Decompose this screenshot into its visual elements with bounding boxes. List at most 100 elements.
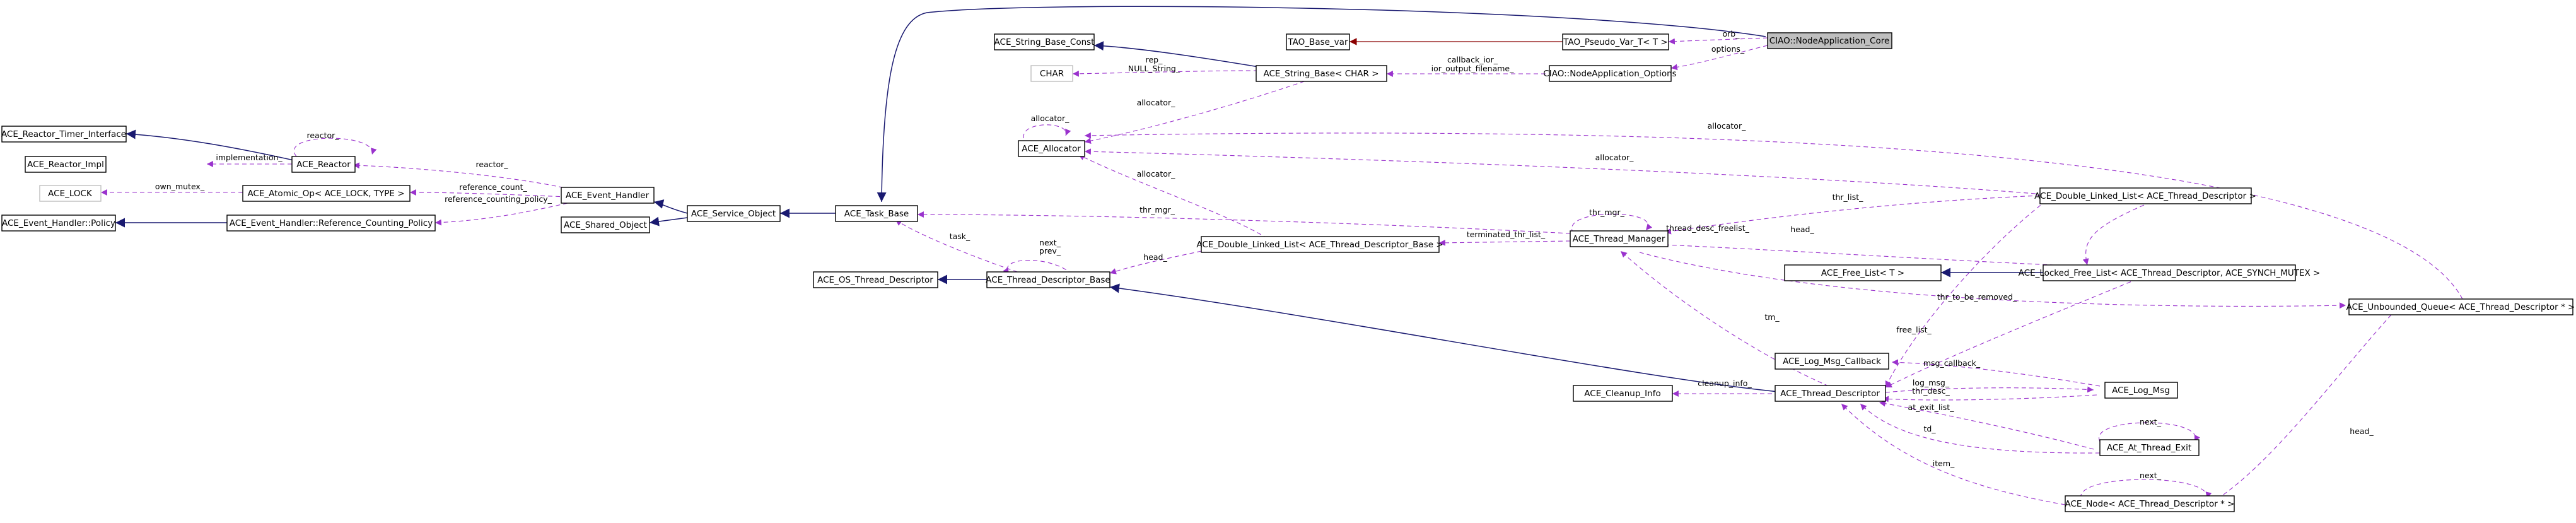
node-ace-reactor-impl-label: ACE_Reactor_Impl <box>27 160 104 170</box>
label-options: options_ <box>1711 44 1745 54</box>
edge-item <box>1841 403 2066 505</box>
label-item: item_ <box>1933 459 1955 468</box>
edge-head-dll <box>2082 204 2145 266</box>
label-next-at-exit: next_ <box>2140 417 2162 426</box>
node-ace-thread-manager-label: ACE_Thread_Manager <box>1573 234 1665 244</box>
node-ace-reactor-timer-interface[interactable]: ACE_Reactor_Timer_Interface <box>1 126 127 143</box>
label-rep: rep_ <box>1146 55 1163 64</box>
label-tm: tm_ <box>1764 312 1780 322</box>
label-prev: prev_ <box>1039 246 1061 256</box>
node-ace-dll-thread-descriptor-base[interactable]: ACE_Double_Linked_List< ACE_Thread_Descr… <box>1196 236 1443 253</box>
node-ace-thread-descriptor[interactable]: ACE_Thread_Descriptor <box>1775 385 1886 402</box>
label-cleanup-info: cleanup_info_ <box>1698 379 1752 388</box>
label-orb: orb_ <box>1723 29 1740 38</box>
label-next-node: next_ <box>2140 471 2162 480</box>
node-ace-reactor-label: ACE_Reactor <box>296 160 351 170</box>
label-allocator-2: allocator_ <box>1031 114 1069 123</box>
label-head-1: head_ <box>1143 252 1167 262</box>
node-ace-os-thread-descriptor[interactable]: ACE_OS_Thread_Descriptor <box>813 271 938 288</box>
node-ace-unbounded-queue[interactable]: ACE_Unbounded_Queue< ACE_Thread_Descript… <box>2346 298 2575 315</box>
label-head-2: head_ <box>1790 225 1814 234</box>
node-ace-thread-manager[interactable]: ACE_Thread_Manager <box>1570 230 1669 247</box>
node-ace-log-msg-callback-label: ACE_Log_Msg_Callback <box>1783 356 1881 367</box>
edge-reference-counting-policy <box>434 203 568 226</box>
node-ace-unbounded-queue-label: ACE_Unbounded_Queue< ACE_Thread_Descript… <box>2346 302 2575 312</box>
node-ace-service-object[interactable]: ACE_Service_Object <box>687 205 781 222</box>
edge-allocator-dll-tdb <box>1078 154 1268 239</box>
node-tao-pseudo-var[interactable]: TAO_Pseudo_Var_T< T > <box>1562 33 1669 50</box>
edge-string-base-to-const <box>1093 41 1274 70</box>
node-ace-event-handler[interactable]: ACE_Event_Handler <box>561 187 655 204</box>
edge-reactor-self <box>293 138 377 157</box>
node-ace-thread-descriptor-base[interactable]: ACE_Thread_Descriptor_Base <box>986 271 1110 288</box>
node-ace-thread-descriptor-label: ACE_Thread_Descriptor <box>1780 389 1880 399</box>
edge-allocator-string <box>1084 78 1312 144</box>
node-ace-dll-thread-descriptor-label: ACE_Double_Linked_List< ACE_Thread_Descr… <box>2034 191 2256 201</box>
nodes: CIAO::NodeApplication_Core TAO_Pseudo_Va… <box>1 32 2575 512</box>
edge-terminated <box>1438 239 1571 246</box>
node-ace-task-base-label: ACE_Task_Base <box>844 209 909 219</box>
edge-service-to-eh <box>653 199 688 214</box>
node-ace-string-base-char[interactable]: ACE_String_Base< CHAR > <box>1256 65 1387 82</box>
edge-task <box>895 219 1025 275</box>
node-ace-string-base-const-label: ACE_String_Base_Const <box>994 37 1095 47</box>
label-allocator-1: allocator_ <box>1137 98 1175 107</box>
node-tao-pseudo-var-label: TAO_Pseudo_Var_T< T > <box>1563 37 1667 47</box>
node-ace-eh-refpolicy[interactable]: ACE_Event_Handler::Reference_Counting_Po… <box>226 214 436 232</box>
edge-labels: orb_ options_ callback_ior_ ior_output_f… <box>155 29 2374 480</box>
node-ace-at-thread-exit-label: ACE_At_Thread_Exit <box>2107 443 2191 453</box>
node-ace-reactor-timer-interface-label: ACE_Reactor_Timer_Interface <box>1 129 126 139</box>
node-char-label: CHAR <box>1040 69 1064 79</box>
node-ace-atomic-op[interactable]: ACE_Atomic_Op< ACE_LOCK, TYPE > <box>242 185 411 202</box>
node-ace-event-handler-label: ACE_Event_Handler <box>566 191 650 201</box>
edge-orb <box>1668 37 1768 45</box>
node-ace-free-list[interactable]: ACE_Free_List< T > <box>1784 264 1942 281</box>
node-ace-node[interactable]: ACE_Node< ACE_Thread_Descriptor * > <box>2065 495 2235 512</box>
node-ace-allocator[interactable]: ACE_Allocator <box>1018 140 1085 157</box>
node-tao-base-var-label: TAO_Base_var <box>1287 37 1348 47</box>
node-ciao-options[interactable]: CIAO::NodeApplication_Options <box>1543 65 1677 82</box>
node-ace-locked-free-list[interactable]: ACE_Locked_Free_List< ACE_Thread_Descrip… <box>2019 264 2321 281</box>
label-reference-count: reference_count_ <box>459 182 527 192</box>
node-ace-eh-policy[interactable]: ACE_Event_Handler::Policy <box>1 214 116 232</box>
node-tao-base-var[interactable]: TAO_Base_var <box>1286 33 1350 50</box>
label-implementation: implementation_ <box>216 153 283 162</box>
node-ace-shared-object-label: ACE_Shared_Object <box>564 220 647 230</box>
node-ciao-options-label: CIAO::NodeApplication_Options <box>1543 69 1676 79</box>
node-ace-lock[interactable]: ACE_LOCK <box>39 185 102 202</box>
node-ace-eh-policy-label: ACE_Event_Handler::Policy <box>2 218 115 228</box>
node-ace-lock-label: ACE_LOCK <box>48 189 93 199</box>
label-td: td_ <box>1923 424 1936 433</box>
label-thr-to-be-removed: thr_to_be_removed_ <box>1937 292 2017 302</box>
node-ace-thread-descriptor-base-label: ACE_Thread_Descriptor_Base <box>986 275 1110 285</box>
node-ace-dll-thread-descriptor[interactable]: ACE_Double_Linked_List< ACE_Thread_Descr… <box>2034 187 2256 204</box>
label-allocator-3: allocator_ <box>1708 121 1746 131</box>
node-char[interactable]: CHAR <box>1030 65 1073 82</box>
label-msg-callback: msg_callback_ <box>1923 358 1981 368</box>
node-ace-log-msg-label: ACE_Log_Msg <box>2112 385 2170 396</box>
node-ace-reactor[interactable]: ACE_Reactor <box>291 156 356 173</box>
label-thr-list: thr_list_ <box>1833 192 1864 202</box>
node-ace-at-thread-exit[interactable]: ACE_At_Thread_Exit <box>2099 439 2200 456</box>
label-null-string: NULL_String_ <box>1128 64 1180 73</box>
node-ace-reactor-impl[interactable]: ACE_Reactor_Impl <box>25 156 107 173</box>
collaboration-diagram: orb_ options_ callback_ior_ ior_output_f… <box>1 6 2575 512</box>
node-ace-shared-object[interactable]: ACE_Shared_Object <box>561 216 650 233</box>
edge-head-unbounded <box>2210 309 2397 504</box>
edge-td <box>1860 403 2101 454</box>
node-ciao-core[interactable]: CIAO::NodeApplication_Core <box>1767 32 1892 49</box>
label-reference-counting-policy: reference_counting_policy_ <box>445 194 552 204</box>
node-ace-cleanup-info[interactable]: ACE_Cleanup_Info <box>1573 385 1673 402</box>
node-ace-string-base-const[interactable]: ACE_String_Base_Const <box>994 33 1095 50</box>
node-ace-log-msg-callback[interactable]: ACE_Log_Msg_Callback <box>1775 353 1889 370</box>
label-at-exit-list: at_exit_list_ <box>1908 403 1955 412</box>
label-allocator-4: allocator_ <box>1595 153 1634 162</box>
node-ace-log-msg[interactable]: ACE_Log_Msg <box>2104 382 2178 399</box>
node-ace-dll-thread-descriptor-base-label: ACE_Double_Linked_List< ACE_Thread_Descr… <box>1196 240 1443 250</box>
label-task: task_ <box>950 232 970 241</box>
node-ace-os-thread-descriptor-label: ACE_OS_Thread_Descriptor <box>817 275 933 285</box>
node-ace-locked-free-list-label: ACE_Locked_Free_List< ACE_Thread_Descrip… <box>2019 268 2321 278</box>
node-ace-free-list-label: ACE_Free_List< T > <box>1821 268 1904 278</box>
node-ace-task-base[interactable]: ACE_Task_Base <box>835 205 918 222</box>
label-head-3: head_ <box>2350 426 2374 436</box>
